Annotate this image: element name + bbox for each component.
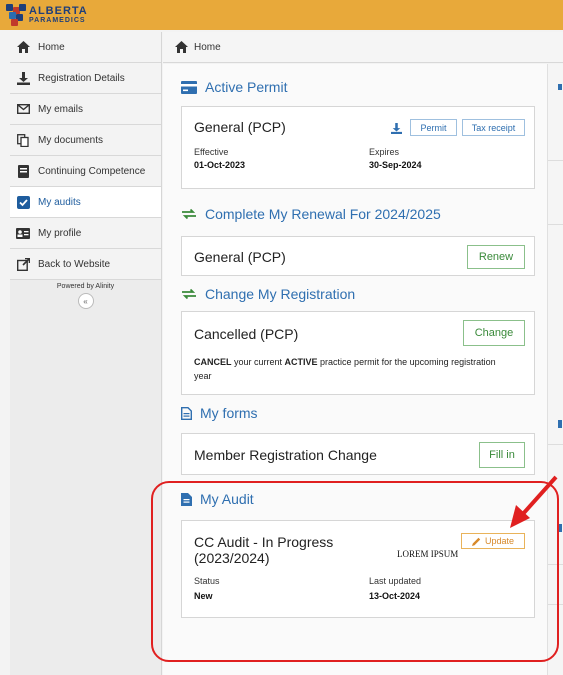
right-panel-divider xyxy=(548,160,563,161)
permit-button[interactable]: Permit xyxy=(410,119,457,136)
download-icon[interactable] xyxy=(391,121,402,139)
change-registration-title: Change My Registration xyxy=(205,286,356,302)
right-panel-divider xyxy=(548,224,563,225)
form-card-title: Member Registration Change xyxy=(194,447,377,463)
active-permit-card: General (PCP) Permit Tax receipt Effecti… xyxy=(181,106,535,189)
active-permit-heading: Active Permit xyxy=(181,79,287,95)
sidebar-item-label: Registration Details xyxy=(38,72,125,84)
change-button[interactable]: Change xyxy=(463,320,525,346)
sidebar-item-registration-details[interactable]: Registration Details xyxy=(10,63,161,94)
member-registration-change-card: Member Registration Change Fill in xyxy=(181,433,535,475)
download-icon xyxy=(16,71,30,85)
change-description: CANCEL your current ACTIVE practice perm… xyxy=(194,355,514,383)
sidebar-item-label: Home xyxy=(38,41,65,53)
right-panel-icon xyxy=(558,420,562,428)
sidebar-item-continuing-competence[interactable]: Continuing Competence xyxy=(10,156,161,187)
my-forms-heading: My forms xyxy=(181,405,258,421)
effective-value: 01-Oct-2023 xyxy=(194,160,246,170)
sidebar-item-my-profile[interactable]: My profile xyxy=(10,218,161,249)
alberta-paramedics-logo[interactable]: ALBERTA PARAMEDICS xyxy=(6,2,88,28)
change-registration-heading: Change My Registration xyxy=(181,286,355,302)
change-registration-card: Cancelled (PCP) Change CANCEL your curre… xyxy=(181,311,535,395)
right-panel-icon xyxy=(558,84,562,90)
refresh-arrows-icon xyxy=(181,208,197,220)
sidebar-item-back-to-website[interactable]: Back to Website xyxy=(10,249,161,280)
breadcrumb-home-link[interactable]: Home xyxy=(194,42,221,53)
logo-text-paramedics: PARAMEDICS xyxy=(29,17,86,24)
permit-card-title: General (PCP) xyxy=(194,119,286,135)
sidebar-item-my-emails[interactable]: My emails xyxy=(10,94,161,125)
sidebar-item-label: Back to Website xyxy=(38,258,111,270)
fill-in-button[interactable]: Fill in xyxy=(479,442,525,468)
renewal-card: General (PCP) Renew xyxy=(181,236,535,276)
renewal-title: Complete My Renewal For 2024/2025 xyxy=(205,206,441,222)
external-link-icon xyxy=(16,257,30,271)
home-icon xyxy=(16,40,30,54)
collapse-sidebar-button[interactable]: « xyxy=(77,293,94,309)
sidebar-item-my-documents[interactable]: My documents xyxy=(10,125,161,156)
sidebar-item-my-audits[interactable]: My audits xyxy=(10,187,161,218)
renew-button[interactable]: Renew xyxy=(467,245,525,269)
checkbox-icon xyxy=(16,195,30,209)
tax-receipt-button[interactable]: Tax receipt xyxy=(462,119,525,136)
powered-by-text: Powered by Alinity xyxy=(56,283,115,290)
sidebar-item-label: My documents xyxy=(38,134,104,146)
id-card-icon xyxy=(16,226,30,240)
sidebar-item-label: My audits xyxy=(38,196,81,208)
breadcrumb: Home xyxy=(163,32,563,63)
sidebar-item-label: My profile xyxy=(38,227,82,239)
my-forms-title: My forms xyxy=(200,405,258,421)
sidebar: Home Registration Details My emails My d… xyxy=(10,32,162,675)
right-panel-divider xyxy=(548,444,563,445)
expires-value: 30-Sep-2024 xyxy=(369,160,422,170)
change-card-title: Cancelled (PCP) xyxy=(194,326,299,342)
renewal-heading: Complete My Renewal For 2024/2025 xyxy=(181,206,441,222)
home-icon xyxy=(175,41,188,53)
envelope-icon xyxy=(16,102,30,116)
sidebar-item-label: Continuing Competence xyxy=(38,165,146,177)
sidebar-item-home[interactable]: Home xyxy=(10,32,161,63)
logo-text-alberta: ALBERTA xyxy=(29,5,88,17)
sidebar-item-label: My emails xyxy=(38,103,84,115)
logo-mark-icon xyxy=(6,4,26,26)
renewal-card-title: General (PCP) xyxy=(194,249,286,265)
active-permit-title: Active Permit xyxy=(205,79,288,95)
active-word: ACTIVE xyxy=(284,357,318,367)
cancel-word: CANCEL xyxy=(194,357,232,367)
refresh-arrows-icon xyxy=(181,288,197,300)
documents-icon xyxy=(16,133,30,147)
effective-label: Effective xyxy=(194,147,229,157)
description-text: your current xyxy=(231,357,285,367)
top-bar: ALBERTA PARAMEDICS xyxy=(0,0,563,30)
credit-card-icon xyxy=(181,80,197,94)
expires-label: Expires xyxy=(369,147,400,157)
book-icon xyxy=(16,164,30,178)
annotation-highlight-box xyxy=(151,481,559,662)
document-icon xyxy=(181,406,192,420)
